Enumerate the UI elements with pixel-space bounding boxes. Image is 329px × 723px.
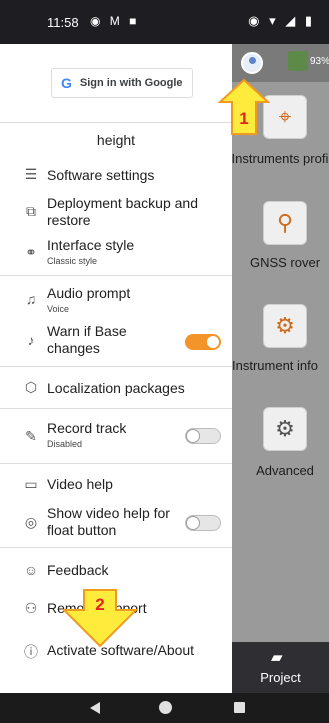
eye-icon: ◎ <box>24 514 38 530</box>
menu-item-localization[interactable]: ⬡ Localization packages <box>0 372 232 402</box>
menu-item-sublabel: Disabled <box>47 439 83 449</box>
menu-item-interface-style[interactable]: ⚭ Interface style Classic style <box>0 234 232 270</box>
menu-item-label: Interface style <box>47 237 135 253</box>
menu-item-video-help[interactable]: ▭ Video help <box>0 470 232 500</box>
divider <box>0 463 232 464</box>
package-icon: ⬡ <box>24 379 38 395</box>
gears-icon: ⚙ <box>275 416 295 441</box>
project-label: Project <box>260 670 301 685</box>
gnss-rover-tile[interactable]: ⚲ <box>263 201 307 245</box>
recents-icon[interactable] <box>234 702 245 713</box>
menu-item-sublabel: Voice <box>47 304 70 314</box>
toggle-knob <box>186 429 200 443</box>
callout-number: 1 <box>239 109 248 128</box>
receiver-status-icon[interactable] <box>288 51 308 71</box>
tile-label: GNSS rover <box>249 255 321 270</box>
rover-icon: ⚲ <box>276 210 294 235</box>
drawer-heading: height <box>96 132 136 148</box>
divider <box>0 547 232 548</box>
menu-item-sublabel: Classic style <box>47 256 98 266</box>
notification-icons: ◉ M ■ <box>90 14 140 28</box>
pencil-icon: ✎ <box>25 428 37 444</box>
menu-item-warn-base[interactable]: ♪ Warn if Base changes <box>0 320 232 360</box>
instrument-icon: ⌖ <box>278 104 292 129</box>
signin-label: Sign in with Google <box>79 77 183 89</box>
feedback-icon: ☺ <box>23 562 39 578</box>
back-icon[interactable] <box>90 702 100 714</box>
google-signin-button[interactable]: G Sign in with Google <box>51 68 193 98</box>
sliders-icon: ☰ <box>24 166 38 182</box>
menu-item-record-track[interactable]: ✎ Record track Disabled <box>0 418 232 454</box>
tile-label: Instrument info <box>232 358 318 373</box>
battery-percent: 93% <box>310 56 329 67</box>
menu-item-backup-restore[interactable]: ⧉ Deployment backup and restore <box>0 192 232 232</box>
menu-item-label: Deployment backup and restore <box>47 195 198 228</box>
top-toolbar: 93% <box>232 44 329 82</box>
menu-item-label: Video help <box>47 476 113 492</box>
menu-item-label: Localization packages <box>47 380 185 396</box>
warn-base-toggle[interactable] <box>185 334 221 350</box>
system-navigation-bar <box>0 693 329 723</box>
google-icon: G <box>61 75 72 91</box>
menu-item-software-settings[interactable]: ☰ Software settings <box>0 160 232 190</box>
menu-item-label: Feedback <box>47 562 109 578</box>
style-icon: ⚭ <box>25 244 37 260</box>
menu-item-label: Show video help for float button <box>47 505 170 538</box>
folder-icon: ▰ <box>271 649 283 666</box>
tile-label: Instruments profile <box>231 151 329 166</box>
menu-item-label: Record track <box>47 420 127 436</box>
divider <box>0 366 232 367</box>
show-video-help-toggle[interactable] <box>185 515 221 531</box>
clock: 11:58 <box>47 15 79 30</box>
callout-arrow-1: 1 <box>218 78 270 135</box>
tile-label: Advanced <box>256 463 314 478</box>
menu-item-audio-prompt[interactable]: ♫ Audio prompt Voice <box>0 282 232 318</box>
divider <box>0 275 232 276</box>
home-icon[interactable] <box>159 701 172 714</box>
menu-item-label: Software settings <box>47 167 155 183</box>
toggle-knob <box>186 516 200 530</box>
microphone-icon: ♫ <box>25 291 37 307</box>
callout-arrow-2: 2 <box>61 589 139 648</box>
video-icon: ▭ <box>24 476 38 492</box>
divider <box>0 122 232 123</box>
remote-icon: ⚇ <box>24 600 38 616</box>
avatar-icon[interactable] <box>241 52 263 74</box>
instrument-info-tile[interactable]: ⚙ <box>263 304 307 348</box>
menu-item-label: Warn if Base changes <box>47 323 127 356</box>
toggle-knob <box>206 335 220 349</box>
callout-number: 2 <box>95 595 104 614</box>
menu-item-feedback[interactable]: ☺ Feedback <box>0 556 232 586</box>
info-icon: ⓘ <box>24 644 38 660</box>
divider <box>0 408 232 409</box>
info-instrument-icon: ⚙ <box>275 313 295 338</box>
bell-icon: ♪ <box>27 332 35 348</box>
menu-item-label: Audio prompt <box>47 285 131 301</box>
record-track-toggle[interactable] <box>185 428 221 444</box>
project-tab[interactable]: ▰ Project <box>232 642 329 693</box>
backup-icon: ⧉ <box>26 203 36 219</box>
advanced-tile[interactable]: ⚙ <box>263 407 307 451</box>
system-icons: ◉ ▾ ◢ ▮ <box>248 13 315 28</box>
menu-item-show-video-help[interactable]: ◎ Show video help for float button <box>0 502 232 542</box>
status-bar: 11:58 ◉ M ■ ◉ ▾ ◢ ▮ <box>0 0 329 44</box>
